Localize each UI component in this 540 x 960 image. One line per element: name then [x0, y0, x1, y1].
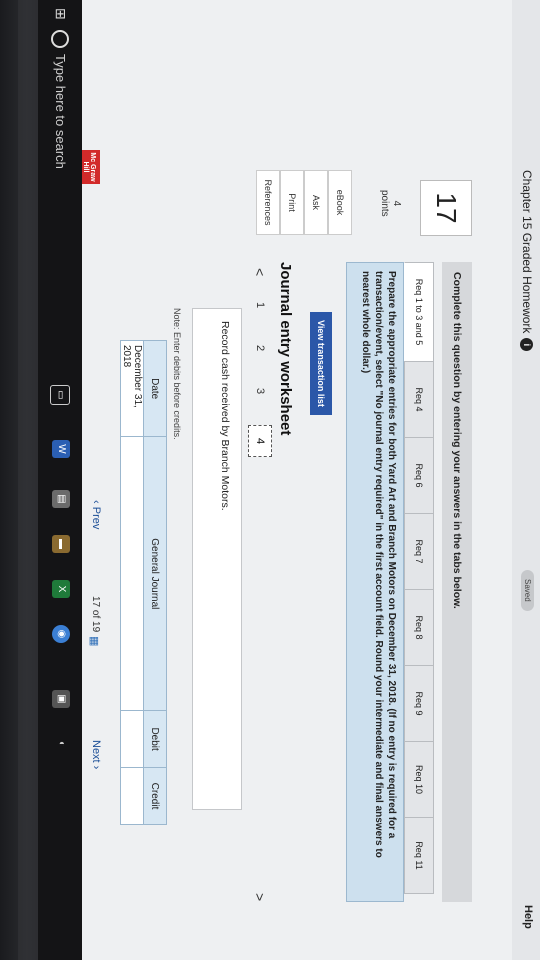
date-header: Date	[143, 340, 167, 437]
tab-req-7[interactable]: Req 7	[404, 513, 434, 590]
assignment-header: Chapter 15 Graded Homework i Saved Help	[511, 0, 540, 960]
calculator-icon[interactable]: ▤	[52, 490, 70, 508]
debit-input[interactable]	[120, 710, 144, 768]
worksheet-prev-arrow[interactable]: <	[252, 268, 268, 276]
date-cell[interactable]: December 31, 2018	[120, 340, 144, 437]
print-button[interactable]: Print	[280, 170, 304, 235]
grid-icon[interactable]: ▦	[88, 636, 101, 646]
cortana-search-icon[interactable]	[51, 30, 69, 48]
step-1[interactable]: 1	[254, 302, 266, 308]
edge-icon[interactable]: ◐	[52, 735, 70, 753]
tab-req-9[interactable]: Req 9	[404, 665, 434, 742]
tab-req-10[interactable]: Req 10	[404, 741, 434, 818]
references-button[interactable]: References	[256, 170, 280, 235]
step-4-current[interactable]: 4	[248, 425, 272, 457]
page-total: 19	[90, 621, 101, 633]
prev-button[interactable]: ‹ Prev	[90, 500, 102, 529]
info-icon[interactable]: i	[520, 338, 533, 352]
assignment-title: Chapter 15 Graded Homework i	[520, 170, 534, 352]
journal-table: Date General Journal Debit Credit Decemb…	[120, 340, 167, 825]
worksheet-title: Journal entry worksheet	[277, 262, 294, 436]
question-number: 17	[420, 180, 472, 236]
page-current: 17	[90, 596, 101, 608]
prev-label: Prev	[90, 506, 102, 530]
task-instructions: Prepare the appropriate entries for both…	[346, 262, 404, 902]
journal-header-row: Date General Journal Debit Credit	[143, 340, 167, 825]
excel-app-icon[interactable]: X	[52, 580, 70, 598]
credit-input[interactable]	[120, 767, 144, 825]
help-link[interactable]: Help	[522, 905, 534, 929]
instruction-banner: Complete this question by entering your …	[442, 262, 472, 902]
ebook-button[interactable]: eBook	[328, 170, 352, 235]
assignment-title-text: Chapter 15 Graded Homework	[520, 170, 534, 334]
step-3[interactable]: 3	[254, 388, 266, 394]
step-2[interactable]: 2	[254, 345, 266, 351]
record-instruction: Record cash received by Branch Motors.	[219, 321, 231, 511]
points-label: points	[379, 190, 390, 217]
debit-header: Debit	[143, 710, 167, 768]
taskbar-search-input[interactable]: Type here to search	[53, 54, 68, 169]
general-journal-header: General Journal	[143, 436, 167, 711]
tab-req-11[interactable]: Req 11	[404, 817, 434, 894]
laptop-screen: Chapter 15 Graded Homework i Saved Help 1…	[0, 0, 540, 960]
word-app-icon[interactable]: W	[52, 440, 70, 458]
next-label: Next	[90, 740, 102, 763]
next-button[interactable]: Next ›	[90, 740, 102, 769]
worksheet-next-arrow[interactable]: >	[252, 893, 268, 901]
store-icon[interactable]: ▣	[52, 690, 70, 708]
tab-req-8[interactable]: Req 8	[404, 589, 434, 666]
page-indicator: 17 of 19	[90, 596, 101, 632]
mcgraw-hill-logo: Mc Graw Hill Education	[82, 150, 100, 184]
tab-req-4[interactable]: Req 4	[404, 361, 434, 438]
question-page: 17 4 points eBook Ask Print References C…	[82, 0, 512, 960]
debit-credit-note: Note: Enter debits before credits.	[172, 308, 182, 440]
table-row: December 31, 2018	[120, 340, 144, 825]
view-transaction-list-button[interactable]: View transaction list	[310, 312, 332, 415]
points-value: 4	[391, 200, 402, 207]
account-select[interactable]	[120, 436, 144, 711]
tab-req-6[interactable]: Req 6	[404, 437, 434, 514]
windows-taskbar: ⊞ Type here to search ▭ W ▤ ▬ X ◉ ▣ ◐	[38, 0, 82, 960]
page-of: of	[90, 609, 101, 619]
tab-req-1-3-5[interactable]: Req 1 to 3 and 5	[404, 262, 434, 362]
record-instruction-box: Record cash received by Branch Motors.	[192, 308, 242, 810]
credit-header: Credit	[143, 767, 167, 825]
task-view-icon[interactable]: ▭	[50, 385, 70, 405]
points-info: 4 points	[378, 190, 402, 217]
file-explorer-icon[interactable]: ▬	[52, 535, 70, 553]
ask-button[interactable]: Ask	[304, 170, 328, 235]
saved-badge: Saved	[521, 570, 534, 611]
windows-start-icon[interactable]: ⊞	[52, 8, 69, 20]
req-tabs: Req 1 to 3 and 5 Req 4 Req 6 Req 7 Req 8…	[404, 262, 434, 894]
chrome-icon[interactable]: ◉	[52, 625, 70, 643]
